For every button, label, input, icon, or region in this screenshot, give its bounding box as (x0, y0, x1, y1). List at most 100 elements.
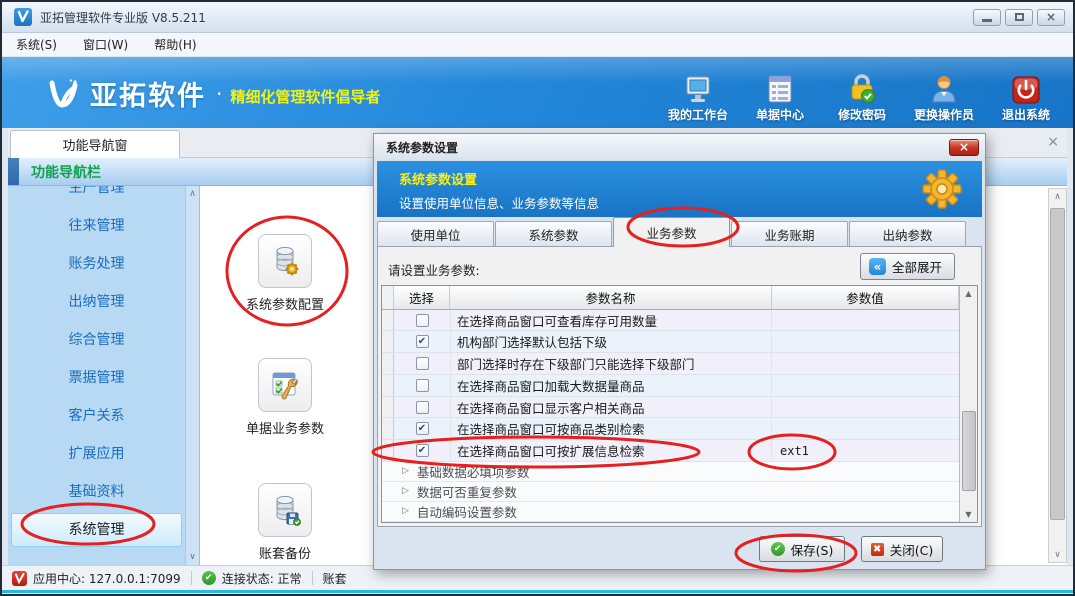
group-label: 基础数据必填项参数 (417, 462, 530, 481)
document-params-icon[interactable] (258, 358, 312, 412)
shortcut-bill-params[interactable]: 单据业务参数 (230, 358, 340, 437)
toolbar-switch-operator[interactable]: 更换操作员 (911, 72, 977, 123)
shortcut-label: 账套备份 (259, 543, 311, 562)
dialog-close-action-button[interactable]: ✖ 关闭(C) (861, 536, 943, 562)
table-row[interactable]: 在选择商品窗口显示客户相关商品 (382, 397, 959, 419)
sidebar-item-contacts[interactable]: 往来管理 (8, 207, 185, 245)
table-row[interactable]: 在选择商品窗口可查看库存可用数量 (382, 310, 959, 332)
scroll-up-icon[interactable]: ∧ (189, 189, 196, 199)
minimize-button[interactable] (973, 9, 1001, 26)
group-row[interactable]: ▷ 自动编码设置参数 (382, 502, 959, 522)
group-label: 自动编码设置参数 (417, 502, 517, 521)
sidebar-item-crm[interactable]: 客户关系 (8, 397, 185, 435)
table-row-ext-search[interactable]: ✔ 在选择商品窗口可按扩展信息检索 ext1 (382, 440, 959, 462)
checkbox[interactable] (416, 357, 429, 370)
app-logo-icon (14, 8, 32, 26)
table-row[interactable]: 在选择商品窗口加载大数据量商品 (382, 375, 959, 397)
param-value[interactable] (772, 375, 959, 396)
sidebar-item-cashier[interactable]: 出纳管理 (8, 283, 185, 321)
sidebar-item-accounting[interactable]: 账务处理 (8, 245, 185, 283)
maximize-button[interactable] (1005, 9, 1033, 26)
scrollbar-thumb[interactable] (962, 411, 976, 491)
expand-all-button[interactable]: « 全部展开 (860, 253, 955, 280)
table-header: 选择 参数名称 参数值 (382, 286, 959, 310)
tab-business-period[interactable]: 业务账期 (731, 221, 848, 247)
status-divider (312, 571, 313, 585)
menu-item-window[interactable]: 窗口(W) (83, 36, 128, 53)
sidebar-item-extensions[interactable]: 扩展应用 (8, 435, 185, 473)
dialog-close-button[interactable]: × (949, 139, 979, 156)
connection-ok-icon: ✔ (202, 571, 216, 585)
shortcut-system-params[interactable]: 系统参数配置 (230, 234, 340, 313)
table-scrollbar[interactable]: ▲ ▼ (959, 286, 977, 522)
checkbox[interactable] (416, 314, 429, 327)
menu-item-help[interactable]: 帮助(H) (154, 36, 196, 53)
scroll-up-icon[interactable]: ∧ (1054, 189, 1061, 204)
maximize-icon (1015, 13, 1024, 21)
minimize-icon (982, 19, 992, 22)
sidebar-scrollbar[interactable]: ∧ ∨ (185, 186, 199, 565)
app-center-status: 应用中心: 127.0.0.1:7099 (33, 570, 181, 587)
tab-function-navigator[interactable]: 功能导航窗 (10, 130, 180, 158)
scroll-down-icon[interactable]: ∨ (189, 552, 196, 562)
scroll-down-icon[interactable]: ∨ (1054, 547, 1061, 562)
group-row[interactable]: ▷ 基础数据必填项参数 (382, 462, 959, 482)
expand-triangle-icon[interactable]: ▷ (402, 466, 409, 476)
toolbar-exit-system[interactable]: 退出系统 (993, 72, 1059, 123)
table-row[interactable]: ✔ 机构部门选择默认包括下级 (382, 331, 959, 353)
close-button[interactable]: × (1037, 9, 1065, 26)
panel-close-icon[interactable]: × (1047, 135, 1059, 149)
tab-company-info[interactable]: 使用单位 (377, 221, 494, 247)
arrow-down-icon[interactable]: ▼ (965, 507, 971, 522)
param-value[interactable] (772, 331, 959, 352)
menu-item-system[interactable]: 系统(S) (16, 36, 57, 53)
dialog-titlebar: 系统参数设置 × (374, 134, 985, 161)
database-backup-icon[interactable] (258, 483, 312, 537)
param-value[interactable] (772, 397, 959, 418)
sidebar-item-bills[interactable]: 票据管理 (8, 359, 185, 397)
param-value[interactable] (772, 353, 959, 374)
param-value-ext1[interactable]: ext1 (772, 440, 959, 461)
group-row[interactable]: ▷ 数据可否重复参数 (382, 482, 959, 502)
sidebar-item-basedata[interactable]: 基础资料 (8, 473, 185, 511)
tab-business-params[interactable]: 业务参数 (613, 217, 730, 247)
window-bottom-accent (2, 590, 1073, 593)
dialog-banner-subtitle: 设置使用单位信息、业务参数等信息 (399, 193, 982, 212)
table-row[interactable]: 部门选择时存在下级部门只能选择下级部门 (382, 353, 959, 375)
tab-cashier-params[interactable]: 出纳参数 (849, 221, 966, 247)
database-config-icon[interactable] (258, 234, 312, 288)
workspace-scrollbar[interactable]: ∧ ∨ (1048, 188, 1067, 563)
param-name: 在选择商品窗口加载大数据量商品 (450, 375, 772, 396)
param-value[interactable] (772, 418, 959, 439)
row-header-cell (382, 331, 394, 352)
toolbar-my-workspace[interactable]: 我的工作台 (665, 72, 731, 123)
toolbar-change-password[interactable]: 修改密码 (829, 72, 895, 123)
checkbox[interactable] (416, 379, 429, 392)
save-button[interactable]: ✔ 保存(S) (759, 536, 845, 562)
toolbar-label: 我的工作台 (668, 106, 728, 123)
row-header-cell (382, 440, 394, 461)
tab-system-params[interactable]: 系统参数 (495, 221, 612, 247)
collapse-all-icon: « (869, 258, 886, 275)
sidebar-item-general[interactable]: 综合管理 (8, 321, 185, 359)
expand-triangle-icon[interactable]: ▷ (402, 486, 409, 496)
toolbar-document-center[interactable]: 单据中心 (747, 72, 813, 123)
scrollbar-thumb[interactable] (1050, 208, 1065, 520)
shortcut-label: 系统参数配置 (246, 294, 324, 313)
param-value[interactable] (772, 310, 959, 331)
expand-triangle-icon[interactable]: ▷ (402, 506, 409, 516)
close-cross-icon: ✖ (871, 543, 884, 556)
checkbox[interactable] (416, 401, 429, 414)
checkbox[interactable]: ✔ (416, 422, 429, 435)
application-window: 亚拓管理软件专业版 V8.5.211 × 系统(S) 窗口(W) 帮助(H) 亚… (0, 0, 1075, 596)
arrow-up-icon[interactable]: ▲ (965, 286, 971, 301)
toolbar-label: 单据中心 (756, 106, 804, 123)
table-row[interactable]: ✔ 在选择商品窗口可按商品类别检索 (382, 418, 959, 440)
sidebar-item-system-management[interactable]: 系统管理 (11, 513, 182, 547)
shortcut-backup[interactable]: 账套备份 (230, 483, 340, 562)
row-header-cell (382, 310, 394, 331)
status-divider (191, 571, 192, 585)
checkbox[interactable]: ✔ (416, 335, 429, 348)
checkbox[interactable]: ✔ (416, 444, 429, 457)
sidebar-item-production[interactable]: 生产管理 (8, 186, 185, 207)
